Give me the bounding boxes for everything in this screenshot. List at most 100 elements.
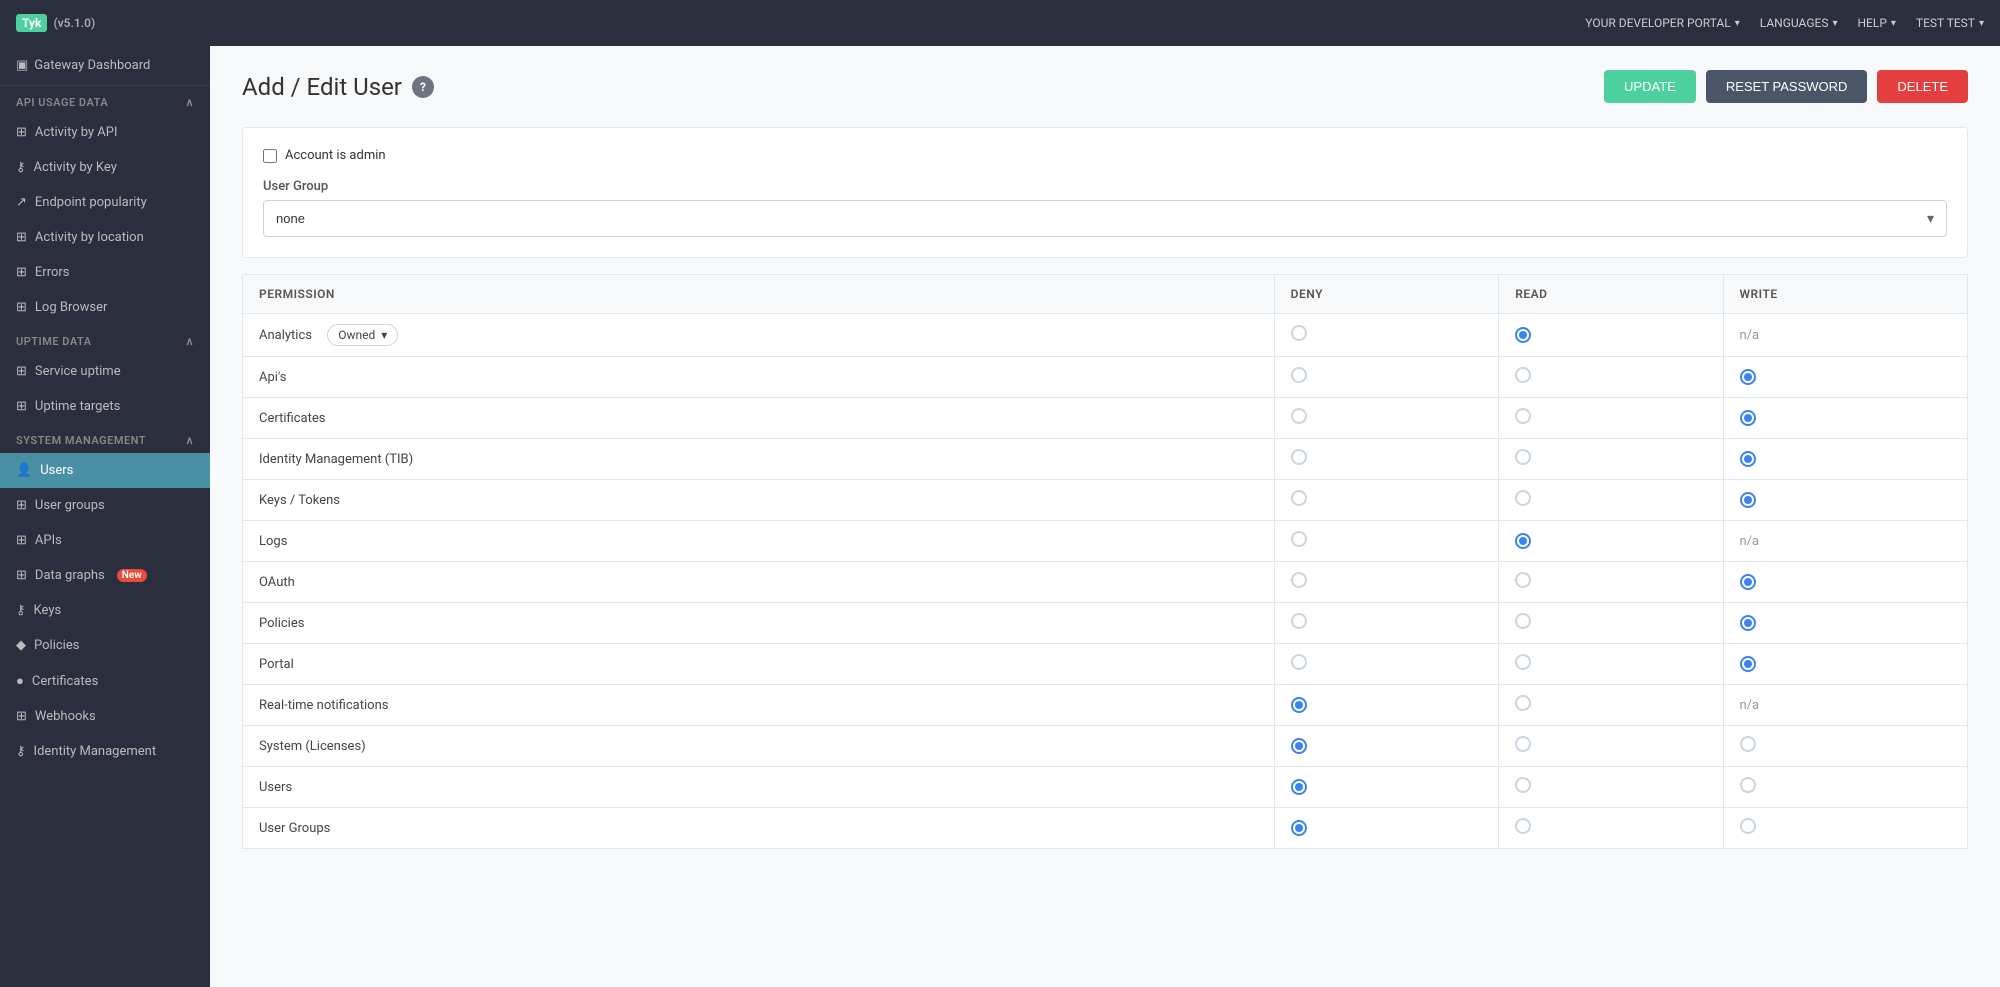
sidebar-item-errors[interactable]: ⊞ Errors [0, 255, 210, 290]
help-tooltip-icon[interactable]: ? [412, 76, 434, 98]
portal-write-radio[interactable] [1740, 656, 1756, 672]
account-admin-label[interactable]: Account is admin [285, 148, 386, 163]
col-read: READ [1499, 275, 1723, 314]
user-groups-write-radio[interactable] [1740, 818, 1756, 834]
api-usage-chevron[interactable]: ∧ [185, 96, 194, 109]
help-nav[interactable]: HELP ▾ [1857, 16, 1895, 30]
table-row: Analytics Owned ▾ n/a [243, 314, 1968, 357]
logs-deny-radio[interactable] [1291, 531, 1307, 547]
account-admin-row: Account is admin [263, 148, 1947, 163]
analytics-read-radio[interactable] [1515, 327, 1531, 343]
sidebar-item-log-browser[interactable]: ⊞ Log Browser [0, 290, 210, 325]
users-read-radio[interactable] [1515, 777, 1531, 793]
user-groups-deny-radio[interactable] [1291, 820, 1307, 836]
api-usage-section-header: API Usage Data ∧ [0, 86, 210, 115]
update-button[interactable]: UPDATE [1604, 70, 1696, 103]
user-groups-deny-cell [1274, 808, 1499, 849]
activity-key-icon: ⚷ [16, 160, 26, 175]
user-groups-read-radio[interactable] [1515, 818, 1531, 834]
sidebar-item-user-groups[interactable]: ⊞ User groups [0, 488, 210, 523]
user-nav[interactable]: TEST TEST ▾ [1916, 16, 1984, 30]
service-uptime-icon: ⊞ [16, 364, 27, 379]
system-deny-radio[interactable] [1291, 738, 1307, 754]
sidebar: ▣ Gateway Dashboard API Usage Data ∧ ⊞ A… [0, 46, 210, 987]
delete-button[interactable]: DELETE [1877, 70, 1968, 103]
certificates-read-radio[interactable] [1515, 408, 1531, 424]
keys-write-radio[interactable] [1740, 492, 1756, 508]
certificates-label: Certificates [32, 674, 98, 689]
perm-certificates: Certificates [243, 398, 1275, 439]
navbar-right: YOUR DEVELOPER PORTAL ▾ LANGUAGES ▾ HELP… [1585, 16, 1984, 30]
oauth-read-radio[interactable] [1515, 572, 1531, 588]
certificates-write-radio[interactable] [1740, 410, 1756, 426]
table-row: User Groups [243, 808, 1968, 849]
realtime-deny-radio[interactable] [1291, 697, 1307, 713]
policies-deny-radio[interactable] [1291, 613, 1307, 629]
service-uptime-label: Service uptime [35, 364, 121, 379]
gateway-dashboard-label: Gateway Dashboard [34, 58, 150, 73]
sidebar-item-uptime-targets[interactable]: ⊞ Uptime targets [0, 389, 210, 424]
analytics-write-cell: n/a [1723, 314, 1968, 357]
sidebar-item-activity-key[interactable]: ⚷ Activity by Key [0, 150, 210, 185]
reset-password-button[interactable]: RESET PASSWORD [1706, 70, 1868, 103]
oauth-write-radio[interactable] [1740, 574, 1756, 590]
keys-deny-radio[interactable] [1291, 490, 1307, 506]
logs-read-radio[interactable] [1515, 533, 1531, 549]
sidebar-item-keys[interactable]: ⚷ Keys [0, 593, 210, 628]
apis-write-radio[interactable] [1740, 369, 1756, 385]
users-deny-radio[interactable] [1291, 779, 1307, 795]
system-mgmt-chevron[interactable]: ∧ [185, 434, 194, 447]
sidebar-item-activity-location[interactable]: ⊞ Activity by location [0, 220, 210, 255]
perm-realtime-notifications: Real-time notifications [243, 685, 1275, 726]
analytics-deny-radio[interactable] [1291, 325, 1307, 341]
col-write: WRITE [1723, 275, 1968, 314]
users-write-radio[interactable] [1740, 777, 1756, 793]
identity-deny-cell [1274, 439, 1499, 480]
uptime-chevron[interactable]: ∧ [185, 335, 194, 348]
sidebar-item-activity-api[interactable]: ⊞ Activity by API [0, 115, 210, 150]
identity-deny-radio[interactable] [1291, 449, 1307, 465]
gateway-dashboard-link[interactable]: ▣ Gateway Dashboard [0, 46, 210, 86]
logo-icon: Tyk [16, 14, 47, 32]
perm-logs: Logs [243, 521, 1275, 562]
certificates-deny-radio[interactable] [1291, 408, 1307, 424]
sidebar-item-endpoint-popularity[interactable]: ↗ Endpoint popularity [0, 185, 210, 220]
languages-nav[interactable]: LANGUAGES ▾ [1760, 16, 1838, 30]
policies-read-radio[interactable] [1515, 613, 1531, 629]
policies-write-radio[interactable] [1740, 615, 1756, 631]
sidebar-item-users[interactable]: 👤 Users [0, 453, 210, 488]
sidebar-item-certificates[interactable]: ● Certificates [0, 663, 210, 699]
policies-write-cell [1723, 603, 1968, 644]
portal-deny-radio[interactable] [1291, 654, 1307, 670]
portal-label: YOUR DEVELOPER PORTAL [1585, 16, 1730, 30]
sidebar-item-identity-management[interactable]: ⚷ Identity Management [0, 734, 210, 769]
keys-read-radio[interactable] [1515, 490, 1531, 506]
analytics-owned-select[interactable]: Owned ▾ [327, 324, 398, 346]
sidebar-item-apis[interactable]: ⊞ APIs [0, 523, 210, 558]
sidebar-item-data-graphs[interactable]: ⊞ Data graphs New [0, 558, 210, 593]
identity-read-radio[interactable] [1515, 449, 1531, 465]
sidebar-item-service-uptime[interactable]: ⊞ Service uptime [0, 354, 210, 389]
user-group-select[interactable]: none [264, 201, 1946, 236]
apis-deny-radio[interactable] [1291, 367, 1307, 383]
logs-deny-cell [1274, 521, 1499, 562]
portal-nav[interactable]: YOUR DEVELOPER PORTAL ▾ [1585, 16, 1739, 30]
sidebar-item-policies[interactable]: ◆ Policies [0, 628, 210, 663]
identity-write-radio[interactable] [1740, 451, 1756, 467]
realtime-read-radio[interactable] [1515, 695, 1531, 711]
permissions-header-row: PERMISSION DENY READ WRITE [243, 275, 1968, 314]
logs-write-na: n/a [1740, 534, 1760, 549]
system-write-radio[interactable] [1740, 736, 1756, 752]
analytics-deny-cell [1274, 314, 1499, 357]
sidebar-item-webhooks[interactable]: ⊞ Webhooks [0, 699, 210, 734]
portal-read-radio[interactable] [1515, 654, 1531, 670]
users-label: Users [40, 463, 73, 478]
user-group-select-wrapper: none ▾ [263, 200, 1947, 237]
system-read-radio[interactable] [1515, 736, 1531, 752]
table-row: Identity Management (TIB) [243, 439, 1968, 480]
policies-read-cell [1499, 603, 1723, 644]
oauth-deny-radio[interactable] [1291, 572, 1307, 588]
system-deny-cell [1274, 726, 1499, 767]
account-admin-checkbox[interactable] [263, 149, 277, 163]
apis-read-radio[interactable] [1515, 367, 1531, 383]
